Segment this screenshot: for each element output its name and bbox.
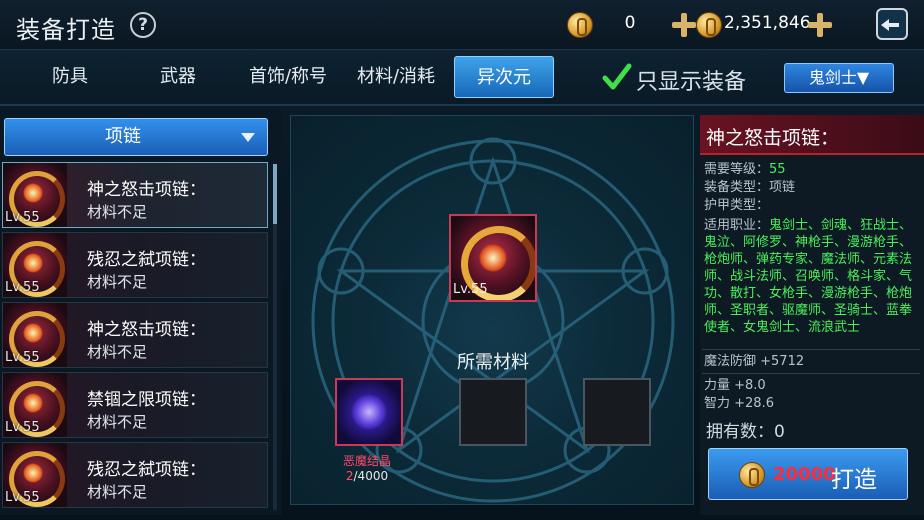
empty-material-slot	[583, 378, 651, 446]
demon-crystal-icon[interactable]	[335, 378, 403, 446]
tab-material[interactable]: 材料/消耗	[344, 56, 448, 98]
gold-coin-icon	[739, 462, 765, 488]
list-item[interactable]: Lv.55 禁锢之限项链： 材料不足	[2, 372, 268, 438]
materials-title: 所需材料	[457, 352, 529, 373]
strength-stat: 力量 +8.0	[704, 378, 766, 393]
show-equipment-only-label[interactable]: 只显示装备	[636, 64, 746, 96]
item-name: 神之怒击项链：	[87, 320, 206, 340]
recipe-list-panel: 项链 Lv.55 神之怒击项链： 材料不足 Lv.55 残忍之弑项链： 材料不足…	[0, 110, 282, 515]
target-item-level: Lv.55	[453, 282, 488, 297]
material-name: 恶魔结晶	[342, 454, 391, 468]
scroll-thumb[interactable]	[273, 164, 277, 224]
crafting-screen: 装备打造 ? 0 2,351,846 防具 武器 首饰/称号 材料/消耗 异次元…	[0, 0, 924, 520]
material-have: 2	[345, 469, 354, 483]
list-item[interactable]: Lv.55 残忍之弑项链： 材料不足	[2, 232, 268, 298]
recipe-list: Lv.55 神之怒击项链： 材料不足 Lv.55 残忍之弑项链： 材料不足 Lv…	[0, 162, 270, 512]
gold-count: 0	[624, 13, 636, 33]
craft-panel: Lv.55 所需材料 恶魔结晶 2/4000	[290, 115, 694, 505]
divider	[702, 373, 920, 374]
tab-accessory[interactable]: 首饰/称号	[236, 56, 340, 98]
armor-type: 护甲类型：	[704, 198, 770, 213]
item-level: Lv.55	[5, 490, 40, 505]
money-coin-icon	[696, 12, 722, 38]
equipment-type: 装备类型：项链	[704, 179, 795, 196]
item-name: 残忍之弑项链：	[87, 250, 206, 270]
item-status: 材料不足	[87, 273, 148, 291]
item-status: 材料不足	[87, 343, 148, 361]
category-label: 项链	[105, 126, 141, 147]
empty-material-slot	[459, 378, 527, 446]
detail-title-bar: 神之怒击项链：	[700, 115, 924, 155]
item-status: 材料不足	[87, 483, 148, 501]
top-bar: 装备打造 ? 0 2,351,846	[0, 0, 924, 50]
money-count: 2,351,846	[724, 13, 811, 33]
category-select[interactable]: 项链	[4, 118, 268, 156]
intelligence-stat: 智力 +28.6	[704, 396, 774, 411]
item-status: 材料不足	[87, 203, 148, 221]
detail-title: 神之怒击项链：	[706, 127, 840, 149]
checkmark-icon[interactable]	[602, 62, 632, 92]
class-select[interactable]: 鬼剑士▼	[784, 63, 894, 93]
exit-icon[interactable]	[876, 8, 908, 40]
divider	[702, 349, 920, 350]
tab-weapon[interactable]: 武器	[128, 56, 228, 98]
equipment-type-value: 项链	[769, 180, 796, 195]
add-money-icon[interactable]	[808, 13, 832, 37]
forge-label: 打造	[831, 467, 877, 493]
item-level: Lv.55	[5, 350, 40, 365]
item-detail-panel: 神之怒击项链： 需要等级：55 装备类型：项链 护甲类型： 适用职业：鬼剑士、剑…	[700, 115, 924, 515]
item-name: 禁锢之限项链：	[87, 390, 206, 410]
list-item[interactable]: Lv.55 神之怒击项链： 材料不足	[2, 162, 268, 228]
material-count: 2/4000	[327, 469, 407, 483]
item-level: Lv.55	[5, 280, 40, 295]
list-item[interactable]: Lv.55 残忍之弑项链： 材料不足	[2, 442, 268, 508]
item-level: Lv.55	[5, 420, 40, 435]
item-level: Lv.55	[5, 210, 40, 225]
list-scrollbar[interactable]	[273, 164, 277, 510]
required-level-label: 需要等级：	[704, 162, 770, 177]
dropdown-triangle-icon	[241, 133, 255, 142]
add-gold-icon[interactable]	[672, 13, 696, 37]
required-level-value: 55	[769, 162, 786, 177]
magic-defense: 魔法防御 +5712	[704, 354, 805, 369]
applicable-classes-label: 适用职业：	[704, 218, 770, 233]
page-title: 装备打造	[16, 16, 116, 44]
tab-armor[interactable]: 防具	[20, 56, 120, 98]
forge-cost: 20000	[773, 464, 836, 485]
applicable-classes: 适用职业：鬼剑士、剑魂、狂战士、鬼泣、阿修罗、神枪手、漫游枪手、枪炮师、弹药专家…	[704, 217, 916, 336]
item-status: 材料不足	[87, 413, 148, 431]
equipment-type-label: 装备类型：	[704, 180, 770, 195]
forge-button[interactable]: 20000 打造	[708, 448, 908, 500]
magic-circle-decoration	[311, 137, 675, 503]
applicable-classes-value: 鬼剑士、剑魂、狂战士、鬼泣、阿修罗、神枪手、漫游枪手、枪炮师、弹药专家、魔法师、…	[704, 218, 913, 335]
help-icon[interactable]: ?	[130, 12, 156, 38]
material-need: /4000	[353, 469, 389, 483]
list-item[interactable]: Lv.55 神之怒击项链： 材料不足	[2, 302, 268, 368]
item-name: 残忍之弑项链：	[87, 460, 206, 480]
item-name: 神之怒击项链：	[87, 180, 206, 200]
tab-dimension[interactable]: 异次元	[454, 56, 554, 98]
required-level: 需要等级：55	[704, 161, 786, 178]
owned-count: 拥有数：0	[706, 422, 785, 442]
